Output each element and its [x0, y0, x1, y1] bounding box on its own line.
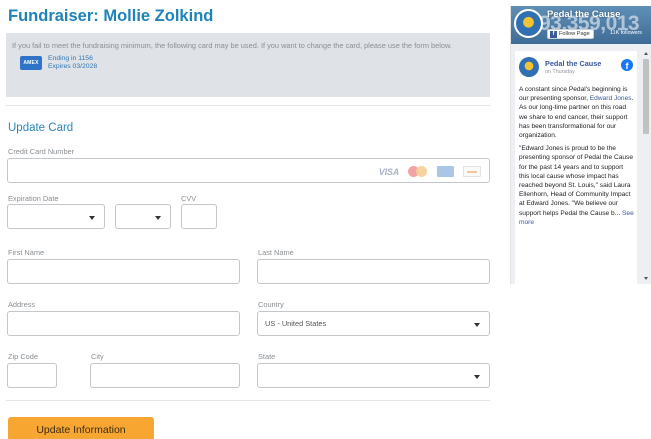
follow-page-button[interactable]: f Follow Page	[547, 29, 594, 39]
post-header: Pedal the Cause on Thursday f	[519, 57, 633, 81]
zip-input[interactable]	[7, 363, 57, 388]
saved-card: AMEX Ending in 1156 Expires 03/2028	[12, 55, 484, 72]
cvv-input[interactable]	[181, 204, 217, 229]
scroll-down-icon[interactable]	[644, 277, 648, 280]
credit-card-label: Credit Card Number	[8, 147, 75, 156]
widget-scrollbar[interactable]	[641, 51, 651, 284]
saved-card-notice: If you fail to meet the fundraising mini…	[6, 33, 490, 97]
avatar[interactable]	[519, 57, 539, 77]
address-label: Address	[8, 300, 36, 309]
card-ending: Ending in 1156	[48, 54, 93, 62]
facebook-logo-icon[interactable]: f	[621, 59, 633, 71]
exp-year-select[interactable]	[115, 204, 171, 229]
facebook-post: Pedal the Cause on Thursday f A constant…	[515, 51, 637, 284]
discover-icon	[463, 166, 481, 177]
cvv-label: CVV	[181, 194, 197, 203]
city-label: City	[91, 352, 104, 361]
card-brand-logos: VISA	[379, 166, 481, 177]
chevron-down-icon	[474, 375, 480, 379]
follow-page-label: Follow Page	[559, 31, 590, 37]
notice-text: If you fail to meet the fundraising mini…	[12, 41, 452, 50]
post-date[interactable]: on Thursday	[545, 69, 575, 75]
chevron-down-icon	[155, 216, 161, 220]
scroll-up-icon[interactable]	[644, 52, 648, 55]
page-logo[interactable]	[514, 9, 543, 38]
address-input[interactable]	[7, 311, 240, 336]
first-name-label: First Name	[8, 248, 45, 257]
chevron-down-icon	[89, 216, 95, 220]
follower-count: 11K followers	[610, 30, 642, 36]
expiration-label: Expiration Date	[8, 194, 59, 203]
country-select[interactable]: US - United States	[257, 311, 490, 336]
facebook-f-icon: f	[550, 30, 557, 38]
state-select[interactable]	[257, 363, 490, 388]
credit-card-input[interactable]: VISA	[7, 158, 490, 183]
chevron-down-icon	[474, 323, 480, 327]
cover-page-title[interactable]: Pedal the Cause	[547, 9, 620, 20]
amex-icon	[437, 166, 454, 177]
scrollbar-thumb[interactable]	[643, 59, 649, 134]
last-name-label: Last Name	[258, 248, 294, 257]
page-title: Fundraiser: Mollie Zolkind	[8, 7, 214, 25]
country-label: Country	[258, 300, 284, 309]
first-name-input[interactable]	[7, 259, 240, 284]
zip-label: Zip Code	[8, 352, 38, 361]
section-title: Update Card	[8, 122, 74, 134]
last-name-input[interactable]	[257, 259, 490, 284]
facebook-page-widget: 93,359,013 Pedal the Cause f Follow Page…	[510, 6, 651, 284]
saved-card-info: Ending in 1156 Expires 03/2028	[48, 55, 97, 72]
exp-month-select[interactable]	[7, 204, 105, 229]
visa-icon: VISA	[378, 166, 399, 177]
divider	[6, 400, 490, 401]
card-expires: Expires 03/2028	[48, 63, 98, 70]
post-page-name[interactable]: Pedal the Cause	[545, 59, 601, 68]
state-label: State	[258, 352, 276, 361]
divider	[6, 105, 490, 106]
facebook-cover[interactable]: 93,359,013 Pedal the Cause f Follow Page…	[511, 6, 651, 44]
edward-jones-link[interactable]: Edward Jones	[590, 95, 632, 102]
mastercard-icon	[408, 166, 428, 177]
post-paragraph: A constant since Pedal's beginning is ou…	[519, 86, 634, 140]
post-paragraph: "Edward Jones is proud to be the present…	[519, 145, 634, 226]
amex-card-icon: AMEX	[20, 56, 42, 70]
city-input[interactable]	[90, 363, 240, 388]
update-information-button[interactable]: Update Information	[8, 417, 154, 439]
post-body: A constant since Pedal's beginning is ou…	[519, 85, 635, 231]
country-value: US - United States	[265, 319, 327, 328]
